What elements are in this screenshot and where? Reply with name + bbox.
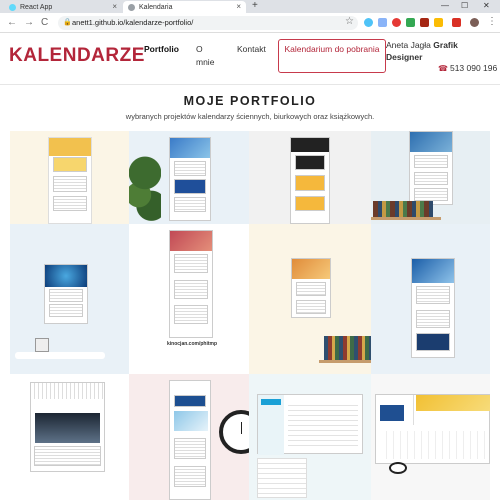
calendar-thumbnail — [291, 258, 331, 318]
portfolio-item-10[interactable] — [129, 374, 249, 500]
coffee-cup-decoration — [389, 462, 407, 474]
calendar-thumbnail — [290, 137, 330, 224]
react-favicon-icon — [9, 3, 16, 11]
address-bar-row: ← → C 🔒 anett1.github.io/kalendarze-port… — [0, 13, 500, 33]
phone-number: 513 090 196 — [449, 63, 498, 73]
phone-icon: ☎ — [438, 64, 448, 73]
portfolio-item-7[interactable] — [249, 224, 371, 374]
desk-planner-thumbnail — [257, 394, 363, 455]
new-tab-button[interactable]: + — [252, 0, 258, 11]
url-input[interactable]: 🔒 anett1.github.io/kalendarze-portfolio/ — [58, 16, 358, 30]
calendar-thumbnail — [169, 380, 211, 500]
portfolio-item-12[interactable] — [371, 374, 490, 500]
portfolio-item-1[interactable] — [10, 131, 129, 224]
sticker-url: kinocjan.com/phitmp — [167, 341, 218, 347]
tab-react-app[interactable]: React App × — [4, 1, 122, 13]
phone-contact[interactable]: ☎ 513 090 196 — [438, 63, 497, 73]
menu-dots-icon[interactable]: ⋮ — [487, 16, 497, 27]
author-name: Aneta Jagła — [386, 40, 431, 50]
tab-label: React App — [20, 3, 53, 11]
bookmark-star-icon[interactable]: ☆ — [345, 16, 354, 27]
nav-o-mnie[interactable]: O mnie — [196, 43, 222, 69]
portfolio-item-6[interactable]: kinocjan.com/phitmp — [129, 224, 249, 374]
close-tab-icon[interactable]: × — [112, 2, 117, 11]
author-info: Aneta Jagła Grafik Designer — [386, 39, 496, 63]
minimize-button[interactable]: — — [441, 1, 449, 10]
books-decoration — [324, 336, 371, 360]
desk-pad-thumbnail — [375, 394, 490, 464]
cup-decoration — [35, 338, 49, 352]
tab-label: Kalendaria — [139, 3, 173, 11]
desk-decoration — [15, 352, 105, 359]
shelf-decoration — [319, 360, 371, 363]
portfolio-item-9[interactable] — [10, 374, 129, 500]
extension-icon[interactable] — [406, 18, 415, 27]
portfolio-item-3[interactable] — [249, 131, 371, 224]
site-logo[interactable]: KALENDARZE — [9, 45, 145, 67]
globe-favicon-icon — [128, 3, 135, 11]
back-button[interactable]: ← — [7, 17, 17, 28]
portfolio-item-2[interactable] — [129, 131, 249, 224]
tab-kalendaria[interactable]: Kalendaria × — [123, 1, 246, 13]
calendar-thumbnail — [44, 264, 88, 324]
desk-planner-sheet — [257, 458, 307, 498]
portfolio-item-8[interactable] — [371, 224, 490, 374]
close-tab-icon[interactable]: × — [236, 2, 241, 11]
portfolio-item-4[interactable] — [371, 131, 490, 224]
forward-button[interactable]: → — [24, 17, 34, 28]
extension-icon[interactable] — [364, 18, 373, 27]
lock-icon: 🔒 — [63, 19, 72, 26]
extension-icon[interactable] — [378, 18, 387, 27]
browser-tabbar: React App × Kalendaria × + — ☐ ✕ — [0, 0, 500, 13]
portfolio-item-11[interactable] — [249, 374, 371, 500]
plant-decoration — [129, 151, 161, 224]
calendar-thumbnail — [30, 382, 105, 472]
calendar-thumbnail — [48, 137, 92, 224]
portfolio-subtitle: wybranych projektów kalendarzy ściennych… — [125, 112, 375, 121]
url-text: anett1.github.io/kalendarze-portfolio/ — [72, 18, 194, 27]
calendar-thumbnail — [169, 137, 211, 221]
calendar-thumbnail — [169, 230, 213, 338]
site-header: KALENDARZE Portfolio O mnie Kontakt Kale… — [0, 33, 500, 85]
portfolio-grid: kinocjan.com/phitmp — [10, 131, 490, 500]
books-decoration — [373, 201, 433, 217]
kalendarium-download-button[interactable]: Kalendarium do pobrania — [278, 39, 386, 73]
nav-portfolio[interactable]: Portfolio — [144, 43, 179, 56]
nav-kontakt[interactable]: Kontakt — [237, 43, 266, 56]
pdf-extension-icon[interactable] — [420, 18, 429, 27]
wall-clock-decoration — [219, 410, 249, 454]
extension-icon[interactable] — [434, 18, 443, 27]
calendar-thumbnail — [411, 258, 455, 358]
calendar-thumbnail — [409, 131, 453, 205]
car-photo — [35, 413, 100, 443]
portfolio-title: MOJE PORTFOLIO — [183, 94, 317, 108]
reload-button[interactable]: C — [41, 17, 48, 28]
shelf-decoration — [371, 217, 441, 220]
opera-extension-icon[interactable] — [392, 18, 401, 27]
extension-icon[interactable] — [452, 18, 461, 27]
close-window-button[interactable]: ✕ — [483, 1, 490, 10]
profile-avatar[interactable] — [470, 18, 479, 27]
maximize-button[interactable]: ☐ — [461, 1, 468, 10]
portfolio-item-5[interactable] — [10, 224, 129, 374]
calendar-photo — [174, 411, 208, 431]
